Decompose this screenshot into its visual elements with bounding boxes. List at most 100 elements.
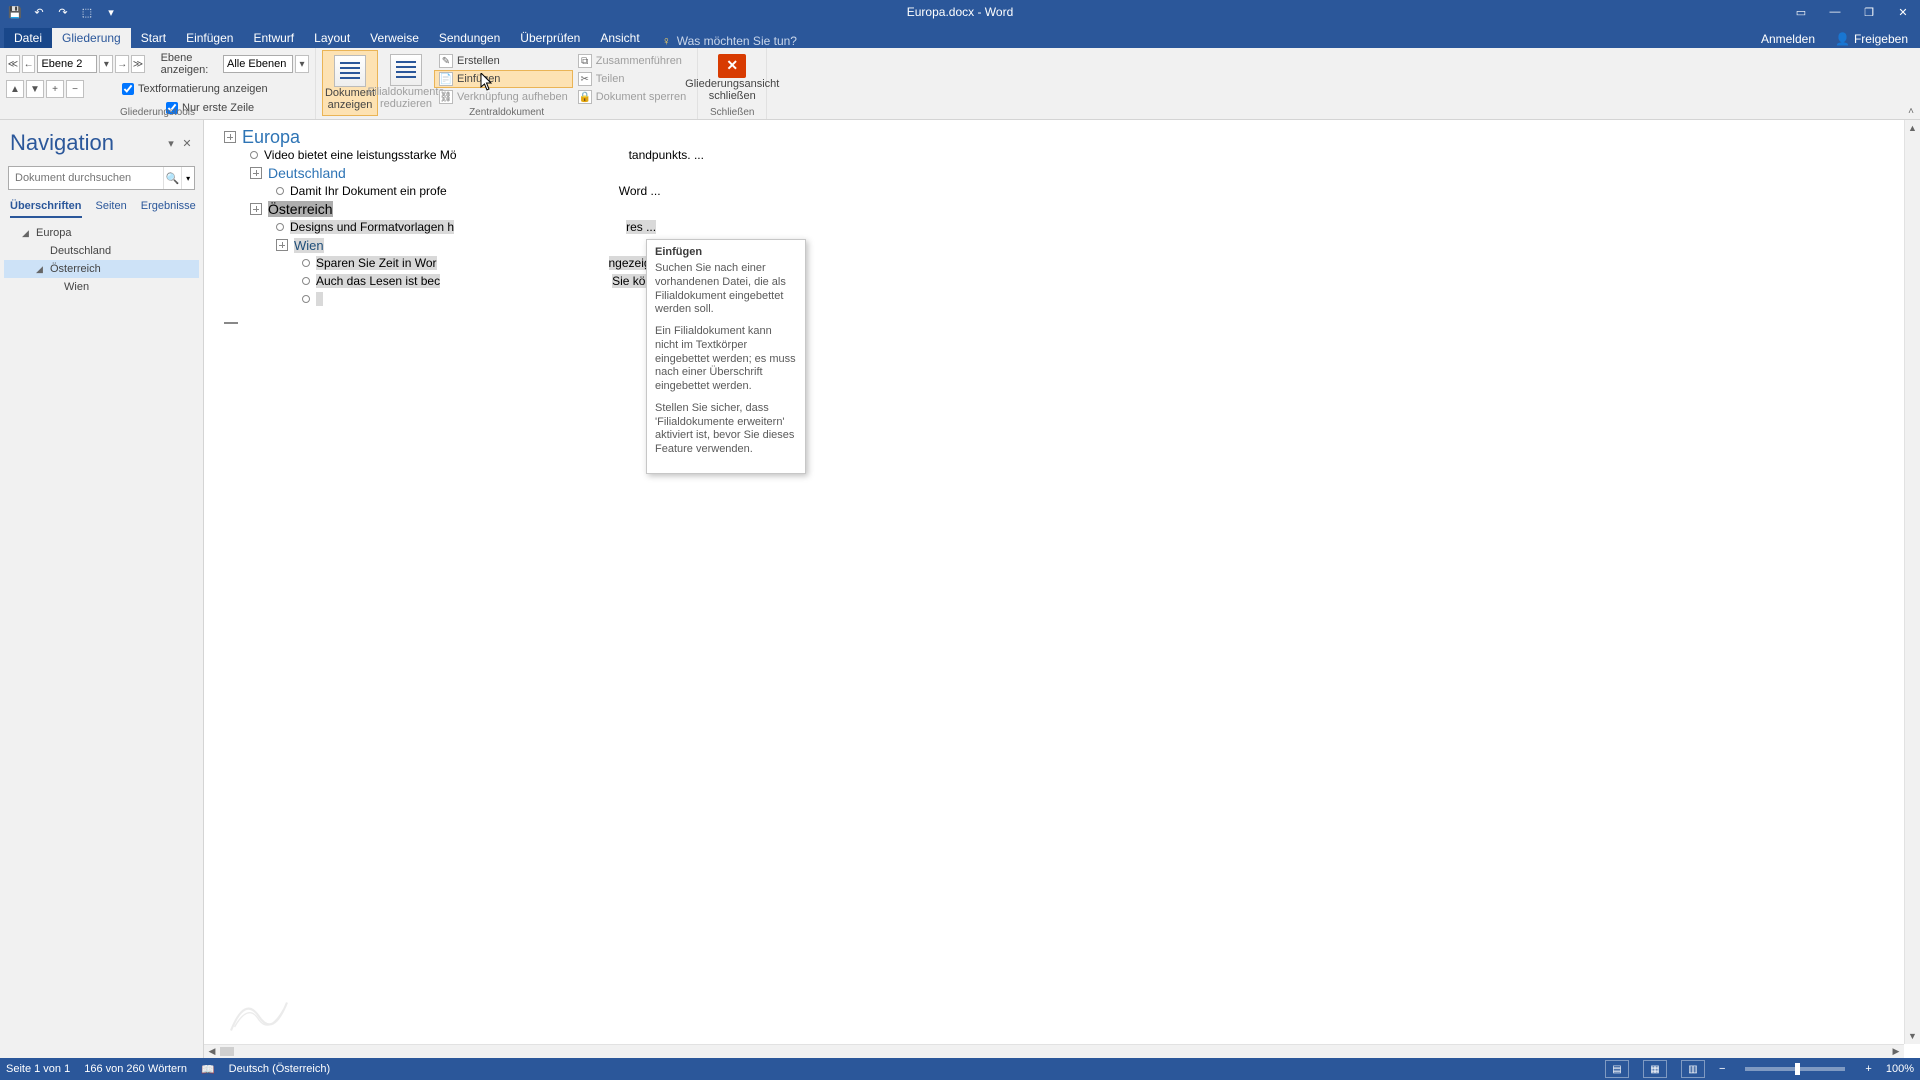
promote-to-heading1-button[interactable]: ≪ <box>6 55 20 73</box>
tab-home[interactable]: Start <box>131 28 176 48</box>
outline-h2[interactable]: Deutschland <box>268 165 346 181</box>
share-icon: 👤 <box>1835 32 1850 46</box>
tab-review[interactable]: Überprüfen <box>510 28 590 48</box>
undo-icon[interactable]: ↶ <box>28 2 50 22</box>
zoom-out-button[interactable]: − <box>1719 1063 1725 1075</box>
nav-dropdown-icon[interactable]: ▾ <box>163 137 179 150</box>
outline-level-input[interactable] <box>37 55 97 73</box>
bulb-icon: ♀ <box>662 34 671 48</box>
scroll-down-icon[interactable]: ▼ <box>1905 1028 1920 1044</box>
outline-body[interactable]: Auch das Lesen ist bec <box>316 274 440 288</box>
demote-button[interactable]: → <box>115 55 129 73</box>
outline-h2-selected[interactable]: Österreich <box>268 201 333 217</box>
tab-insert[interactable]: Einfügen <box>176 28 243 48</box>
status-page[interactable]: Seite 1 von 1 <box>6 1063 70 1075</box>
nav-node-wien[interactable]: Wien <box>4 278 199 296</box>
outline-plus-icon[interactable] <box>224 131 236 143</box>
save-icon[interactable]: 💾 <box>4 2 26 22</box>
outline-bullet-icon[interactable] <box>276 223 284 231</box>
show-level-combo[interactable]: ▾ <box>223 55 309 73</box>
level-dropdown-icon[interactable]: ▾ <box>99 55 113 73</box>
outline-bullet-icon[interactable] <box>302 259 310 267</box>
tab-mailings[interactable]: Sendungen <box>429 28 510 48</box>
sign-in-link[interactable]: Anmelden <box>1755 30 1821 48</box>
tooltip-text: Ein Filialdokument kann nicht im Textkör… <box>655 325 797 394</box>
search-dropdown-icon[interactable]: ▾ <box>181 167 194 189</box>
nav-tab-results[interactable]: Ergebnisse <box>141 200 196 218</box>
nav-node-deutschland[interactable]: Deutschland <box>4 242 199 260</box>
tab-layout[interactable]: Layout <box>304 28 360 48</box>
move-up-button[interactable]: ▲ <box>6 80 24 98</box>
maximize-icon[interactable]: ❐ <box>1852 0 1886 24</box>
collapse-button[interactable]: − <box>66 80 84 98</box>
merge-icon: ⧉ <box>578 54 592 68</box>
outline-bullet-icon[interactable] <box>250 151 258 159</box>
tab-outlining[interactable]: Gliederung <box>52 28 131 48</box>
document-area: Europa Video bietet eine leistungsstarke… <box>204 120 1920 1058</box>
nav-node-europa[interactable]: ◢Europa <box>4 224 199 242</box>
outline-dash-icon[interactable] <box>224 322 238 324</box>
outline-body[interactable]: Video bietet eine leistungsstarke Mö <box>264 148 457 162</box>
redo-icon[interactable]: ↷ <box>52 2 74 22</box>
outline-body[interactable]: Sparen Sie Zeit in Wor <box>316 256 437 270</box>
outline-h3[interactable]: Wien <box>294 238 324 253</box>
tell-me-box[interactable]: ♀ Was möchten Sie tun? <box>662 34 797 48</box>
scroll-up-icon[interactable]: ▲ <box>1905 120 1920 136</box>
nav-tab-headings[interactable]: Überschriften <box>10 200 82 218</box>
outline-body[interactable]: Damit Ihr Dokument ein profe <box>290 184 447 198</box>
outline-level-combo[interactable]: ▾ <box>37 55 113 73</box>
move-down-button[interactable]: ▼ <box>26 80 44 98</box>
show-formatting-checkbox[interactable]: Textformatierung anzeigen <box>122 81 268 97</box>
outline-body[interactable]: Designs und Formatvorlagen h <box>290 220 454 234</box>
minimize-icon[interactable]: — <box>1818 0 1852 24</box>
horizontal-scrollbar[interactable]: ◀ ▶ <box>204 1044 1904 1058</box>
proofing-icon[interactable]: 📖 <box>201 1063 215 1076</box>
outline-empty[interactable] <box>316 292 323 306</box>
tab-view[interactable]: Ansicht <box>590 28 649 48</box>
view-web-layout-icon[interactable]: ▥ <box>1681 1060 1705 1078</box>
insert-subdoc-button[interactable]: 📄Einfügen <box>434 70 573 88</box>
outline-plus-icon[interactable] <box>250 167 262 179</box>
close-outline-view-button[interactable]: ✕ Gliederungsansicht schließen <box>704 50 760 106</box>
vertical-scrollbar[interactable]: ▲ ▼ <box>1904 120 1920 1044</box>
outline-bullet-icon[interactable] <box>302 277 310 285</box>
collapse-ribbon-icon[interactable]: ˄ <box>1908 106 1914 117</box>
create-icon: ✎ <box>439 54 453 68</box>
nav-tab-pages[interactable]: Seiten <box>96 200 127 218</box>
nav-node-oesterreich[interactable]: ◢Österreich <box>4 260 199 278</box>
promote-button[interactable]: ← <box>22 55 36 73</box>
view-read-mode-icon[interactable]: ▤ <box>1605 1060 1629 1078</box>
lock-doc-button: 🔒Dokument sperren <box>573 88 692 106</box>
nav-close-icon[interactable]: ✕ <box>179 137 195 150</box>
qat-dropdown-icon[interactable]: ▾ <box>100 2 122 22</box>
show-level-dropdown-icon[interactable]: ▾ <box>295 55 309 73</box>
search-icon[interactable]: 🔍 <box>163 167 181 189</box>
demote-to-body-button[interactable]: ≫ <box>131 55 145 73</box>
tab-file[interactable]: Datei <box>4 28 52 48</box>
status-words[interactable]: 166 von 260 Wörtern <box>84 1063 187 1075</box>
share-button[interactable]: 👤 Freigeben <box>1829 30 1914 48</box>
tab-references[interactable]: Verweise <box>360 28 429 48</box>
status-language[interactable]: Deutsch (Österreich) <box>229 1063 330 1075</box>
scroll-left-icon[interactable]: ◀ <box>204 1045 220 1058</box>
tab-design[interactable]: Entwurf <box>243 28 304 48</box>
zoom-slider[interactable] <box>1745 1067 1845 1071</box>
zoom-level[interactable]: 100% <box>1886 1063 1914 1075</box>
nav-search-input[interactable] <box>9 167 163 189</box>
zoom-in-button[interactable]: + <box>1865 1063 1871 1075</box>
ribbon-options-icon[interactable]: ▭ <box>1784 0 1818 24</box>
close-icon[interactable]: ✕ <box>1886 0 1920 24</box>
hscroll-thumb[interactable] <box>220 1047 234 1056</box>
outline-bullet-icon[interactable] <box>302 295 310 303</box>
nav-search-box[interactable]: 🔍 ▾ <box>8 166 195 190</box>
view-print-layout-icon[interactable]: ▦ <box>1643 1060 1667 1078</box>
create-subdoc-button[interactable]: ✎Erstellen <box>434 52 573 70</box>
expand-button[interactable]: + <box>46 80 64 98</box>
touch-mode-icon[interactable]: ⬚ <box>76 2 98 22</box>
outline-bullet-icon[interactable] <box>276 187 284 195</box>
outline-plus-icon[interactable] <box>276 239 288 251</box>
outline-plus-icon[interactable] <box>250 203 262 215</box>
outline-h1[interactable]: Europa <box>242 127 300 148</box>
scroll-right-icon[interactable]: ▶ <box>1888 1045 1904 1058</box>
show-level-input[interactable] <box>223 55 293 73</box>
